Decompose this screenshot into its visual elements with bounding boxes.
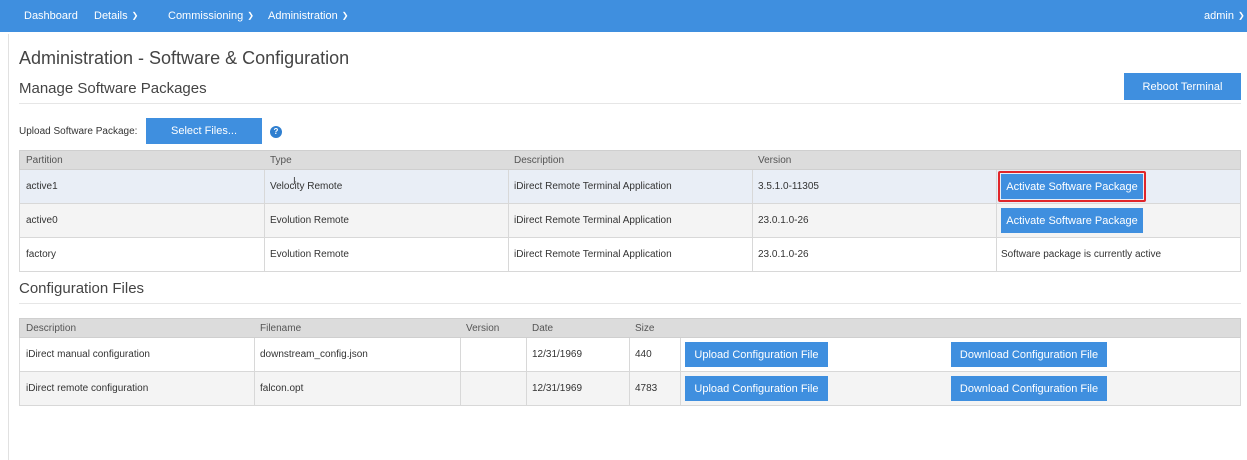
- question-circle-icon[interactable]: ?: [270, 126, 282, 138]
- table-header: Partition Type Description Version: [19, 150, 1241, 170]
- upload-configuration-file-button[interactable]: Upload Configuration File: [685, 376, 828, 401]
- nav-administration-label: Administration: [268, 10, 338, 22]
- chevron-down-icon: ❯: [247, 11, 254, 20]
- date-cell: 12/31/1969: [532, 383, 583, 394]
- nav-commissioning[interactable]: Commissioning ❯: [168, 0, 254, 32]
- column-header-version: Version: [758, 155, 792, 166]
- top-navbar: Dashboard Details ❯ Commissioning ❯ Admini…: [0, 0, 1247, 32]
- description-cell: iDirect Remote Terminal Application: [514, 249, 672, 260]
- table-row: iDirect remote configuration falcon.opt …: [19, 372, 1241, 406]
- table-row: iDirect manual configuration downstream_…: [19, 338, 1241, 372]
- description-cell: iDirect Remote Terminal Application: [514, 181, 672, 192]
- column-header-filename: Filename: [260, 323, 302, 334]
- nav-details[interactable]: Details ❯: [94, 0, 138, 32]
- user-menu[interactable]: admin ❯: [1204, 0, 1245, 32]
- cell-divider: [460, 338, 461, 371]
- description-cell: iDirect Remote Terminal Application: [514, 215, 672, 226]
- select-files-button[interactable]: Select Files...: [146, 118, 262, 144]
- column-header-date: Date: [532, 323, 554, 334]
- filename-cell: downstream_config.json: [260, 349, 368, 360]
- cell-divider: [526, 372, 527, 405]
- cell-divider: [680, 372, 681, 405]
- description-cell: iDirect remote configuration: [26, 383, 149, 394]
- download-configuration-file-button[interactable]: Download Configuration File: [951, 342, 1107, 367]
- partition-cell: active0: [26, 215, 58, 226]
- nav-details-label: Details: [94, 10, 128, 22]
- cell-divider: [264, 238, 265, 271]
- cell-divider: [508, 204, 509, 237]
- date-cell: 12/31/1969: [532, 349, 583, 360]
- nav-commissioning-label: Commissioning: [168, 10, 244, 22]
- column-header-version: Version: [466, 323, 500, 334]
- highlight-frame: [998, 171, 1146, 202]
- configuration-files-table: Description Filename Version Date Size i…: [19, 318, 1241, 408]
- partition-cell: factory: [26, 249, 57, 260]
- version-cell: 23.0.1.0-26: [758, 215, 809, 226]
- type-cell: Evolution Remote: [270, 249, 349, 260]
- table-row: active0 Evolution Remote iDirect Remote …: [19, 204, 1241, 238]
- text-cursor-icon: I: [293, 176, 296, 187]
- software-section-title: Manage Software Packages: [19, 80, 207, 97]
- partition-cell: active1: [26, 181, 58, 192]
- chevron-down-icon: ❯: [1237, 11, 1245, 20]
- type-cell: Evolution Remote: [270, 215, 349, 226]
- cell-divider: [996, 204, 997, 237]
- size-cell: 4783: [635, 383, 658, 394]
- cell-divider: [680, 338, 681, 371]
- upload-configuration-file-button[interactable]: Upload Configuration File: [685, 342, 828, 367]
- cell-divider: [752, 170, 753, 203]
- activate-software-package-button[interactable]: Activate Software Package: [1001, 208, 1143, 233]
- column-header-size: Size: [635, 323, 655, 334]
- section-divider: [19, 103, 1241, 104]
- nav-dashboard[interactable]: Dashboard: [24, 0, 78, 32]
- cell-divider: [629, 372, 630, 405]
- chevron-down-icon: ❯: [341, 11, 349, 20]
- status-text: Software package is currently active: [1001, 249, 1162, 260]
- description-cell: iDirect manual configuration: [26, 349, 150, 360]
- cell-divider: [629, 338, 630, 371]
- software-packages-table: Partition Type Description Version activ…: [19, 150, 1241, 274]
- cell-divider: [996, 238, 997, 271]
- nav-dashboard-label: Dashboard: [24, 10, 78, 22]
- cell-divider: [264, 204, 265, 237]
- table-row: factory Evolution Remote iDirect Remote …: [19, 238, 1241, 272]
- column-header-type: Type: [270, 155, 292, 166]
- filename-cell: falcon.opt: [260, 383, 304, 394]
- cell-divider: [508, 170, 509, 203]
- cell-divider: [996, 170, 997, 203]
- cell-divider: [752, 238, 753, 271]
- cell-divider: [254, 372, 255, 405]
- size-cell: 440: [635, 349, 652, 360]
- table-row: active1 Velocity Remote iDirect Remote T…: [19, 170, 1241, 204]
- table-header: Description Filename Version Date Size: [19, 318, 1241, 338]
- cell-divider: [460, 372, 461, 405]
- config-section-title: Configuration Files: [19, 280, 145, 297]
- nav-administration[interactable]: Administration ❯: [268, 0, 348, 32]
- cell-divider: [254, 338, 255, 371]
- user-name: admin: [1204, 10, 1234, 22]
- upload-software-label: Upload Software Package:: [19, 126, 138, 137]
- column-header-partition: Partition: [26, 155, 63, 166]
- version-cell: 23.0.1.0-26: [758, 249, 809, 260]
- section-divider: [19, 303, 1241, 304]
- page-title: Administration - Software & Configuratio…: [19, 48, 350, 68]
- type-cell: Velocity Remote: [270, 181, 343, 192]
- chevron-down-icon: ❯: [131, 11, 139, 20]
- version-cell: 3.5.1.0-11305: [758, 181, 819, 192]
- cell-divider: [264, 170, 265, 203]
- cell-divider: [508, 238, 509, 271]
- cell-divider: [526, 338, 527, 371]
- column-header-description: Description: [26, 323, 77, 334]
- reboot-terminal-button[interactable]: Reboot Terminal: [1124, 73, 1241, 100]
- cell-divider: [752, 204, 753, 237]
- column-header-description: Description: [514, 155, 565, 166]
- download-configuration-file-button[interactable]: Download Configuration File: [951, 376, 1107, 401]
